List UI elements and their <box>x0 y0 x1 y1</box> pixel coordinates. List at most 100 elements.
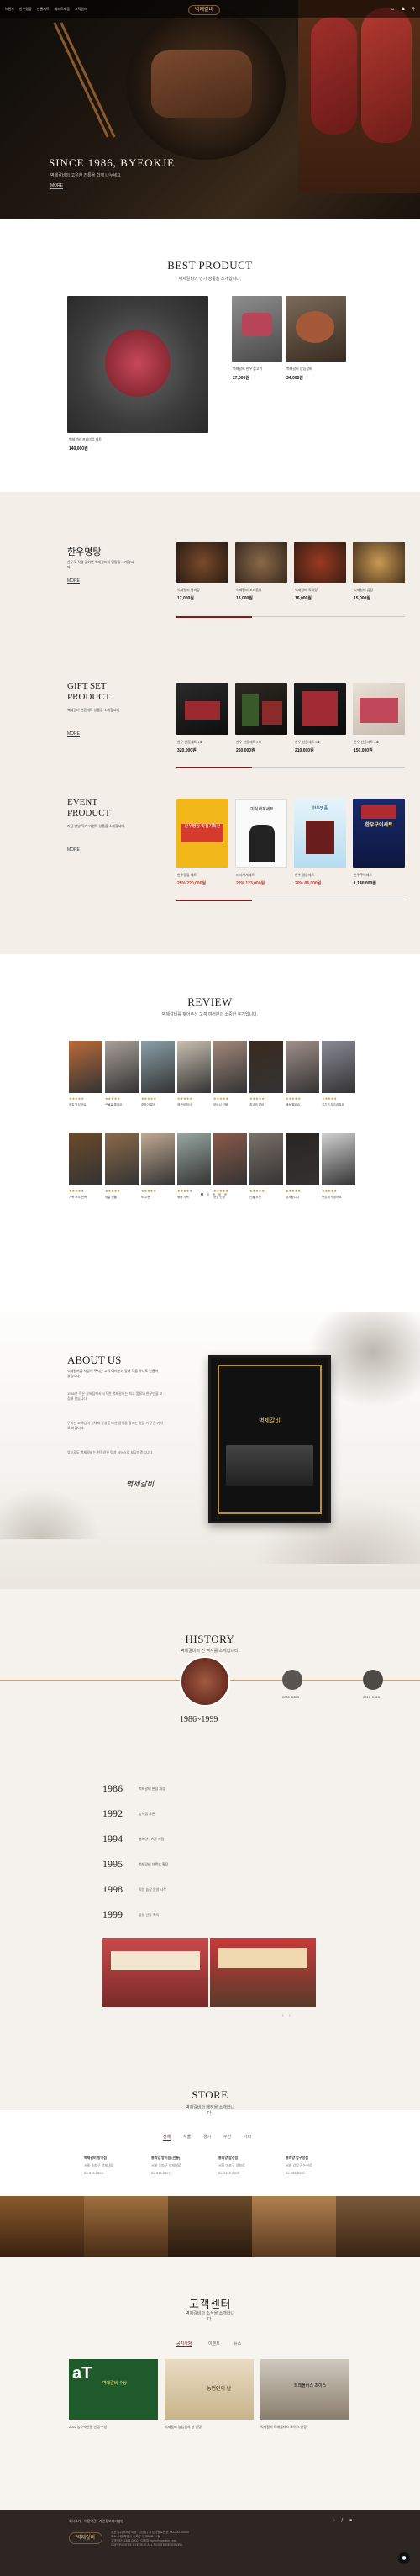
restaurant-sign-image <box>218 1948 307 1968</box>
pagination-dot[interactable] <box>218 1193 221 1196</box>
review-card[interactable]: ★★★★★ 고기가 부드러워요 <box>322 1041 355 1125</box>
timeline-period-label[interactable]: 2010~2019 <box>363 1695 380 1699</box>
review-card[interactable]: ★★★★★ 배송 빨라요 <box>286 1041 319 1125</box>
cs-tab[interactable]: 뉴스 <box>234 2341 241 2346</box>
product-image[interactable] <box>286 296 346 362</box>
product-image[interactable] <box>353 542 405 583</box>
product-image[interactable] <box>353 683 405 735</box>
history-year-description: 봉피양 1호점 개점 <box>139 1837 165 1841</box>
review-card[interactable]: ★★★★★ 선물 추천 <box>249 1133 283 1217</box>
next-arrow-icon[interactable]: › <box>289 2014 291 2019</box>
store-tab[interactable]: 경기 <box>203 2134 211 2140</box>
user-icon[interactable]: ☺ <box>391 7 395 12</box>
review-card[interactable]: ★★★★★ 재구매 의사 <box>177 1041 211 1125</box>
news-title[interactable]: 벽제갈비 트래블러스 초이스 선정 <box>260 2425 349 2430</box>
hanwoo-more-link[interactable]: MORE <box>67 578 80 584</box>
review-card[interactable]: ★★★★★ 정말 맛있어요 <box>69 1041 102 1125</box>
nav-item[interactable]: 베스트제품 <box>55 7 70 12</box>
store-name[interactable]: 봉피양 압구정점 <box>286 2156 308 2161</box>
gift-box-image <box>306 821 334 854</box>
product-name[interactable]: 한우 선물세트 3호 <box>295 740 320 745</box>
instagram-icon[interactable]: ○ <box>333 2518 335 2523</box>
product-name[interactable]: 벽제갈비 육개장 <box>295 588 318 593</box>
product-image[interactable] <box>294 683 346 735</box>
store-tab[interactable]: 부산 <box>223 2134 231 2140</box>
cs-tab[interactable]: 이벤트 <box>208 2341 220 2346</box>
pagination-dot-active[interactable] <box>201 1193 203 1196</box>
hero-more-link[interactable]: MORE <box>50 183 63 189</box>
timeline-period-image[interactable] <box>363 1670 383 1690</box>
pagination-dot[interactable] <box>207 1193 209 1196</box>
news-image[interactable]: aT 벽제갈비 수상 <box>69 2359 158 2420</box>
review-card[interactable]: ★★★★★ 포장이 깔끔 <box>141 1041 175 1125</box>
review-card[interactable]: ★★★★★ 부모님 선물 <box>213 1041 247 1125</box>
product-name[interactable]: 한우 명품세트 <box>295 873 314 878</box>
product-image[interactable] <box>294 542 346 583</box>
store-name[interactable]: 벽제갈비 방이점 <box>84 2156 107 2161</box>
cs-tab[interactable]: 공지사항 <box>176 2341 192 2347</box>
timeline-period-label[interactable]: 2000~2009 <box>282 1695 299 1699</box>
product-image[interactable] <box>235 542 287 583</box>
nav-item[interactable]: 선물세트 <box>37 7 50 12</box>
chat-button-icon[interactable]: ● <box>398 2552 410 2564</box>
event-banner[interactable]: 한우명품 <box>294 799 346 868</box>
nav-item[interactable]: 브랜드 <box>5 7 14 12</box>
store-tab[interactable]: 서울 <box>183 2134 191 2140</box>
product-name[interactable]: 한우구이세트 <box>354 873 372 878</box>
pagination-dot[interactable] <box>213 1193 215 1196</box>
store-name[interactable]: 봉피양 합정점 <box>218 2156 238 2161</box>
news-image[interactable]: 농업인의 날 <box>165 2359 254 2420</box>
review-card[interactable]: ★★★★★ 맛있게 먹었어요 <box>322 1133 355 1217</box>
footer-link[interactable]: 이용약관 <box>84 2519 97 2524</box>
product-name[interactable]: 벽제갈비 곰탕 <box>354 588 373 593</box>
facebook-icon[interactable]: ƒ <box>341 2518 344 2523</box>
pagination-dot[interactable] <box>224 1193 227 1196</box>
news-title[interactable]: 2022 농수축산물 선정 수상 <box>69 2425 158 2430</box>
cart-icon[interactable]: ☗ <box>402 7 405 12</box>
review-card[interactable]: ★★★★★ 감사합니다 <box>286 1133 319 1217</box>
footer-logo[interactable]: 벽제갈비 <box>69 2532 102 2544</box>
store-tab[interactable]: 기타 <box>244 2134 251 2140</box>
product-image[interactable] <box>235 683 287 735</box>
review-card[interactable]: ★★★★★ 선물로 좋아요 <box>105 1041 139 1125</box>
product-name[interactable]: 벽제갈비 한우 불고기 <box>233 367 262 372</box>
product-name[interactable]: 한우 선물세트 1호 <box>177 740 202 745</box>
review-card[interactable]: ★★★★★ 명절 선물 <box>105 1133 139 1217</box>
product-name[interactable]: 벽제갈비 프리미엄 세트 <box>69 437 102 442</box>
product-name[interactable]: 미식세계세트 <box>236 873 255 878</box>
product-name[interactable]: 한우 선물세트 4호 <box>354 740 379 745</box>
product-name[interactable]: 벽제갈비 갈비탕 <box>177 588 200 593</box>
gift-more-link[interactable]: MORE <box>67 731 80 737</box>
product-name[interactable]: 한우 선물세트 2호 <box>236 740 261 745</box>
nav-item[interactable]: 한우명탕 <box>19 7 32 12</box>
product-image[interactable] <box>176 542 228 583</box>
nav-item[interactable]: 고객센터 <box>75 7 87 12</box>
review-card[interactable]: ★★★★★ 가족 모두 만족 <box>69 1133 102 1217</box>
search-icon[interactable]: ⚲ <box>412 7 415 12</box>
store-tab[interactable]: 전체 <box>163 2134 171 2141</box>
event-banner[interactable]: 한우구이세트 <box>353 799 405 868</box>
review-card[interactable]: ★★★★★ 육즙 가득 <box>177 1133 211 1217</box>
blog-icon[interactable]: ■ <box>349 2518 352 2523</box>
event-banner[interactable]: 미식세계세트 <box>235 799 287 868</box>
review-card[interactable]: ★★★★★ 맛집 인정 <box>213 1133 247 1217</box>
timeline-current-image[interactable] <box>180 1656 230 1707</box>
store-name[interactable]: 봉피양 방이점 (전통) <box>151 2156 180 2161</box>
timeline-period-image[interactable] <box>282 1670 302 1690</box>
news-image[interactable]: 트래블러스 초이스 <box>260 2359 349 2420</box>
product-image[interactable] <box>176 683 228 735</box>
product-name[interactable]: 한우명탕 세트 <box>177 873 197 878</box>
review-card[interactable]: ★★★★★ 최고의 갈비 <box>249 1041 283 1125</box>
event-banner[interactable]: 한우명탕 맛집기획전 <box>176 799 228 868</box>
product-name[interactable]: 벽제갈비 양념갈비 <box>286 367 312 372</box>
site-logo[interactable]: 벽제갈비 <box>188 5 220 15</box>
review-card[interactable]: ★★★★★ 또 주문 <box>141 1133 175 1217</box>
footer-link[interactable]: 개인정보처리방침 <box>99 2519 123 2524</box>
best-main-image[interactable] <box>67 296 208 433</box>
footer-link[interactable]: 회사소개 <box>69 2519 81 2524</box>
product-name[interactable]: 벽제갈비 꼬리곰탕 <box>236 588 262 593</box>
news-title[interactable]: 벽제갈비 농업인의 날 선정 <box>165 2425 254 2430</box>
product-image[interactable] <box>232 296 282 362</box>
prev-arrow-icon[interactable]: ‹ <box>282 2014 284 2019</box>
event-more-link[interactable]: MORE <box>67 847 80 853</box>
